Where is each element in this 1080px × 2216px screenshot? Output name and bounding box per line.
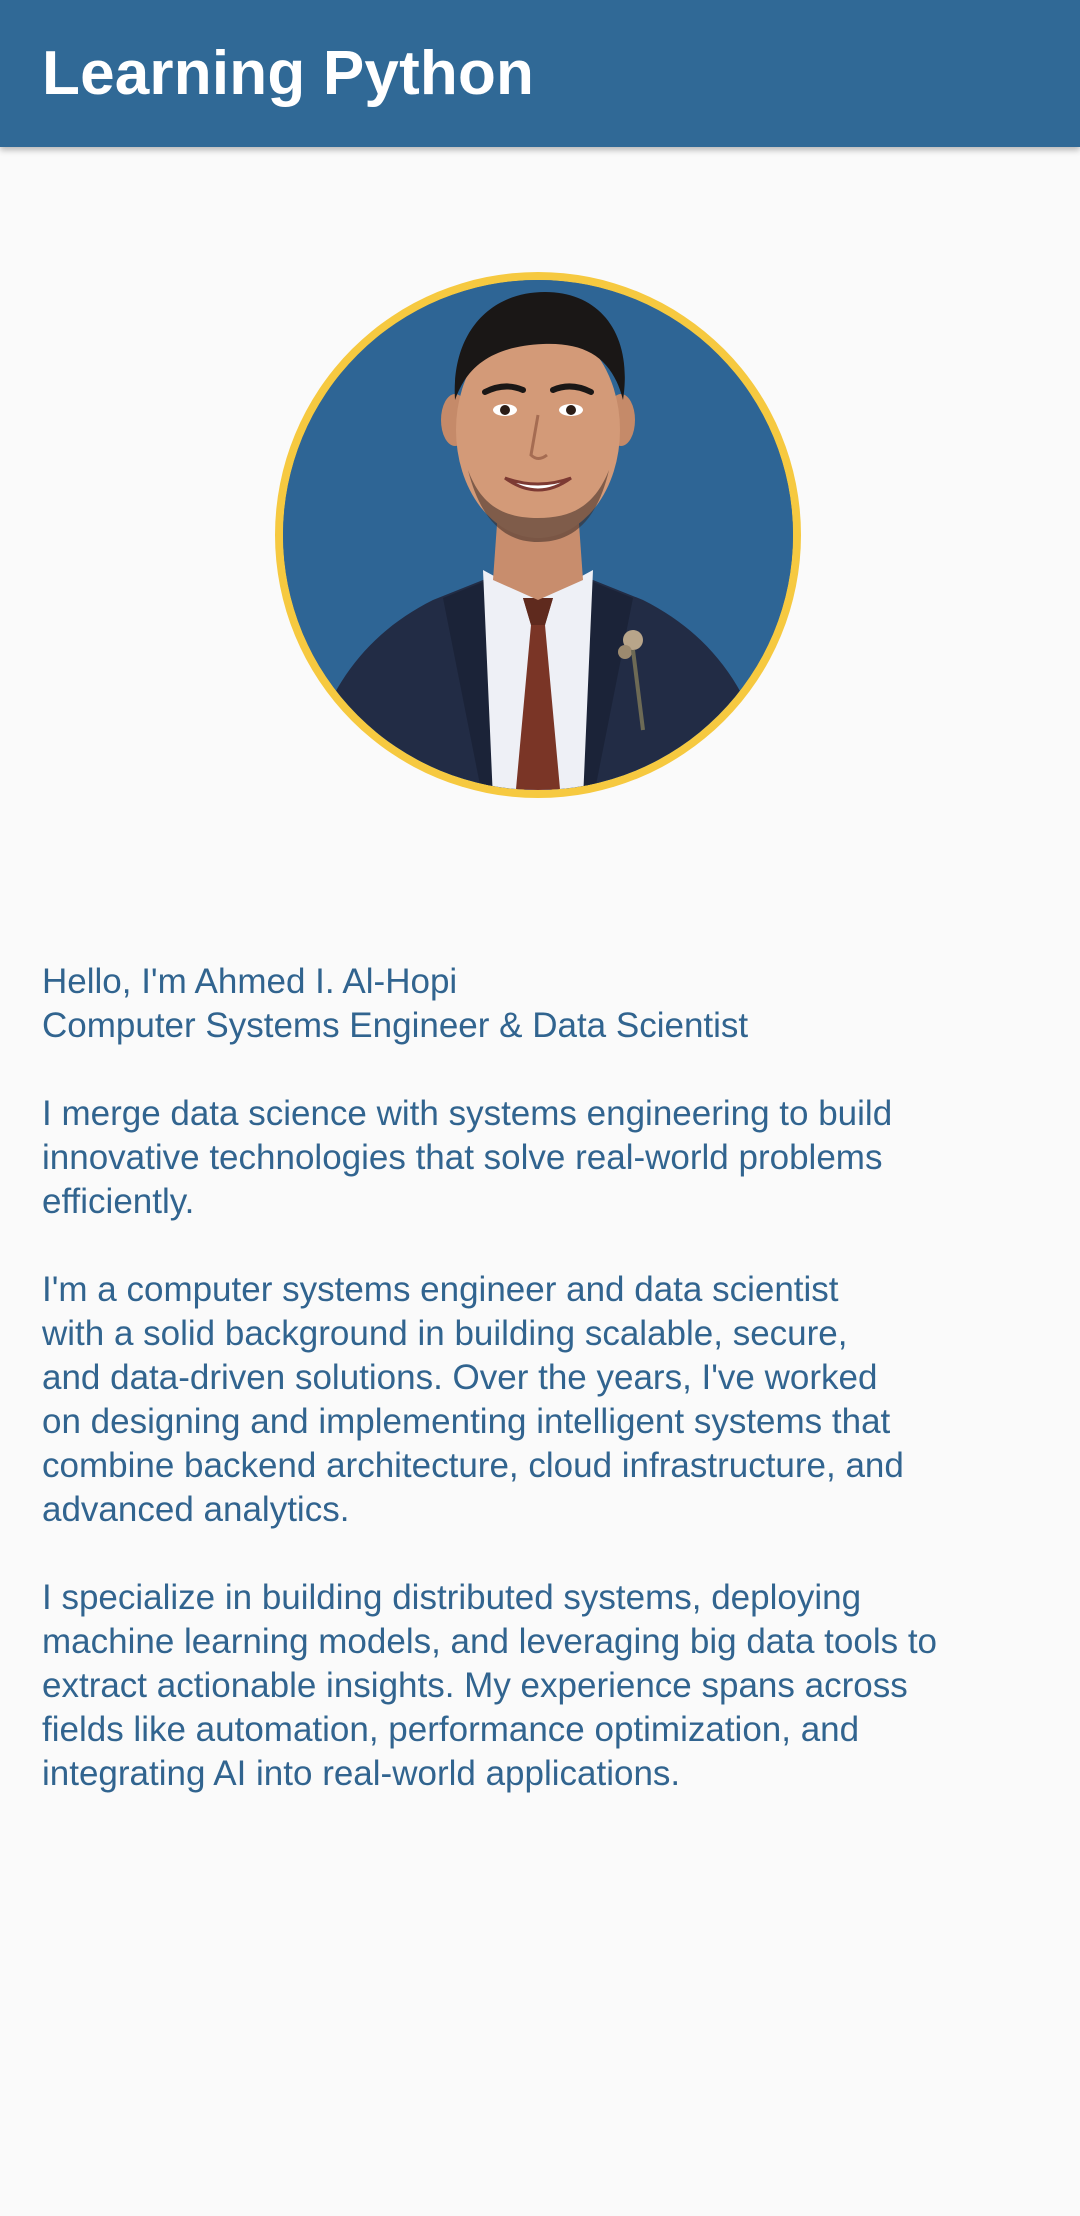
- specialty-paragraph: I specialize in building distributed sys…: [42, 1578, 938, 1793]
- background-paragraph: I'm a computer systems engineer and data…: [42, 1270, 904, 1529]
- app-title: Learning Python: [42, 39, 535, 108]
- intro-paragraph: I merge data science with systems engine…: [42, 1094, 893, 1221]
- avatar: [275, 272, 801, 798]
- about-section: Hello, I'm Ahmed I. Al-Hopi Computer Sys…: [42, 960, 1042, 1796]
- app-bar: Learning Python: [0, 0, 1080, 147]
- role-text: Computer Systems Engineer & Data Scienti…: [42, 1006, 749, 1045]
- profile-photo: [283, 280, 793, 790]
- greeting-text: Hello, I'm Ahmed I. Al-Hopi: [42, 962, 458, 1001]
